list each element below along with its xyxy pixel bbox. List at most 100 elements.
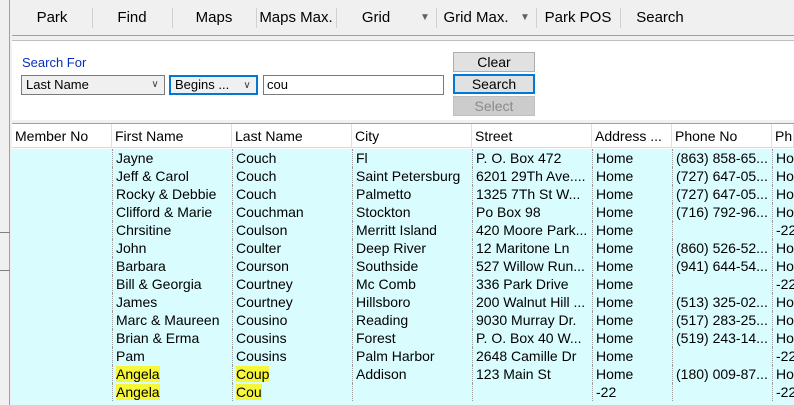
cell-address: Home <box>592 185 672 203</box>
cell-address-text: Home <box>596 150 634 166</box>
table-row[interactable]: Bill & Georgia Courtney Mc Comb 336 Park Dr… <box>12 275 794 293</box>
cell-street: 12 Maritone Ln <box>472 239 592 257</box>
cell-ph-text: Ho <box>776 330 794 346</box>
column-header-city[interactable]: City <box>352 124 472 148</box>
cell-phone-no: (727) 647-05... <box>672 185 772 203</box>
cell-first-name: Clifford & Marie <box>112 203 232 221</box>
cell-last-name: Couch <box>232 167 352 185</box>
cell-phone-no: (716) 792-96... <box>672 203 772 221</box>
cell-ph: -22 <box>772 347 794 365</box>
cell-ph-text: Ho <box>776 366 794 382</box>
cell-first-name-text: Rocky & Debbie <box>116 186 217 202</box>
cell-street-text: 420 Moore Park... <box>476 222 588 238</box>
grid-dropdown-arrow-icon[interactable]: ▼ <box>416 6 434 30</box>
column-header-last-name[interactable]: Last Name <box>232 124 352 148</box>
cell-ph-text: -22 <box>776 348 794 364</box>
cell-street: 1325 7Th St W... <box>472 185 592 203</box>
clear-button[interactable]: Clear <box>453 52 535 72</box>
cell-city: Reading <box>352 311 472 329</box>
cell-address-text: Home <box>596 276 634 292</box>
cell-city-text: Merritt Island <box>356 222 437 238</box>
park-button[interactable]: Park <box>12 6 92 30</box>
table-row[interactable]: Clifford & Marie Couchman Stockton Po Box 9… <box>12 203 794 221</box>
grid-header: Member No First Name Last Name City Stre… <box>12 124 794 148</box>
cell-member-no <box>12 311 112 329</box>
results-grid: Member No First Name Last Name City Stre… <box>12 123 794 405</box>
cell-first-name: Jayne <box>112 149 232 167</box>
table-row[interactable]: Angela Cou -22 -22 <box>12 383 794 401</box>
cell-last-name-text: Cousins <box>236 330 287 346</box>
cell-ph-text: Ho <box>776 150 794 166</box>
search-input[interactable]: cou <box>263 75 444 95</box>
cell-member-no <box>12 365 112 383</box>
search-button[interactable]: Search <box>453 74 535 94</box>
cell-ph: -22 <box>772 383 794 401</box>
cell-ph-text: Ho <box>776 312 794 328</box>
cell-member-no <box>12 275 112 293</box>
search-for-label: Search For <box>22 55 87 70</box>
grid-button[interactable]: Grid <box>336 6 416 30</box>
table-row[interactable]: James Courtney Hillsboro 200 Walnut Hill ..… <box>12 293 794 311</box>
cell-address-text: Home <box>596 348 634 364</box>
table-row[interactable]: Pam Cousins Palm Harbor 2648 Camille Dr Home… <box>12 347 794 365</box>
cell-first-name-text: Jayne <box>116 150 154 166</box>
table-row[interactable]: Marc & Maureen Cousino Reading 9030 Murray … <box>12 311 794 329</box>
cell-street-text: 2648 Camille Dr <box>476 348 577 364</box>
left-panel-edge <box>0 0 10 405</box>
maps-button[interactable]: Maps <box>172 6 256 30</box>
park-pos-button[interactable]: Park POS <box>536 6 620 30</box>
cell-last-name: Coulson <box>232 221 352 239</box>
cell-address: Home <box>592 203 672 221</box>
cell-last-name: Courson <box>232 257 352 275</box>
column-header-first-name[interactable]: First Name <box>112 124 232 148</box>
find-button[interactable]: Find <box>92 6 172 30</box>
cell-member-no <box>12 149 112 167</box>
column-header-member-no[interactable]: Member No <box>12 124 112 148</box>
cell-member-no <box>12 257 112 275</box>
toolbar: Park Find Maps Maps Max. Grid ▼ Grid Max… <box>12 0 794 36</box>
table-row[interactable]: Angela Coup Addison 123 Main St Home (180) 00… <box>12 365 794 383</box>
table-row[interactable]: Jayne Couch Fl P. O. Box 472 Home (863) 858-6… <box>12 149 794 167</box>
cell-city-text: Southside <box>356 258 419 274</box>
cell-address-text: Home <box>596 204 634 220</box>
cell-phone-no: (727) 647-05... <box>672 167 772 185</box>
search-button-toolbar[interactable]: Search <box>620 6 700 30</box>
cell-address: Home <box>592 257 672 275</box>
cell-address-text: Home <box>596 186 634 202</box>
select-button[interactable]: Select <box>453 96 535 116</box>
column-header-ph[interactable]: Ph <box>772 124 794 148</box>
cell-phone-no: (180) 009-87... <box>672 365 772 383</box>
table-row[interactable]: Chrsitine Coulson Merritt Island 420 Moore … <box>12 221 794 239</box>
cell-city-text: Stockton <box>356 204 411 220</box>
cell-street-text: P. O. Box 40 W... <box>476 330 582 346</box>
cell-phone-no-text: (513) 325-02... <box>676 294 768 310</box>
cell-phone-no-text: (941) 644-54... <box>676 258 768 274</box>
cell-member-no <box>12 293 112 311</box>
search-mode-select[interactable]: Begins ... ∨ <box>169 75 258 95</box>
maps-max-button[interactable]: Maps Max. <box>256 6 336 30</box>
cell-city: Palm Harbor <box>352 347 472 365</box>
table-row[interactable]: Barbara Courson Southside 527 Willow Run...… <box>12 257 794 275</box>
column-header-address[interactable]: Address ... <box>592 124 672 148</box>
cell-address: Home <box>592 329 672 347</box>
table-row[interactable]: Jeff & Carol Couch Saint Petersburg 6201 29… <box>12 167 794 185</box>
cell-street-text: 123 Main St <box>476 366 551 382</box>
grid-max-dropdown-arrow-icon[interactable]: ▼ <box>516 6 534 30</box>
grid-max-button[interactable]: Grid Max. <box>436 6 516 30</box>
cell-last-name-text: Coulson <box>236 222 288 238</box>
table-row[interactable]: Rocky & Debbie Couch Palmetto 1325 7Th St W… <box>12 185 794 203</box>
column-header-phone-no[interactable]: Phone No <box>672 124 772 148</box>
column-header-street[interactable]: Street <box>472 124 592 148</box>
cell-address-text: Home <box>596 294 634 310</box>
table-row[interactable]: John Coulter Deep River 12 Maritone Ln Home (… <box>12 239 794 257</box>
cell-phone-no: (519) 243-14... <box>672 329 772 347</box>
search-panel: Search For Last Name ∨ Begins ... ∨ cou … <box>12 40 794 120</box>
panel-divider <box>0 232 10 233</box>
cell-city <box>352 383 472 401</box>
table-row[interactable]: Brian & Erma Cousins Forest P. O. Box 40 W.… <box>12 329 794 347</box>
cell-street <box>472 383 592 401</box>
search-field-select[interactable]: Last Name ∨ <box>21 75 165 95</box>
cell-street: 527 Willow Run... <box>472 257 592 275</box>
cell-ph-text: -22 <box>776 276 794 292</box>
cell-city-text: Forest <box>356 330 396 346</box>
